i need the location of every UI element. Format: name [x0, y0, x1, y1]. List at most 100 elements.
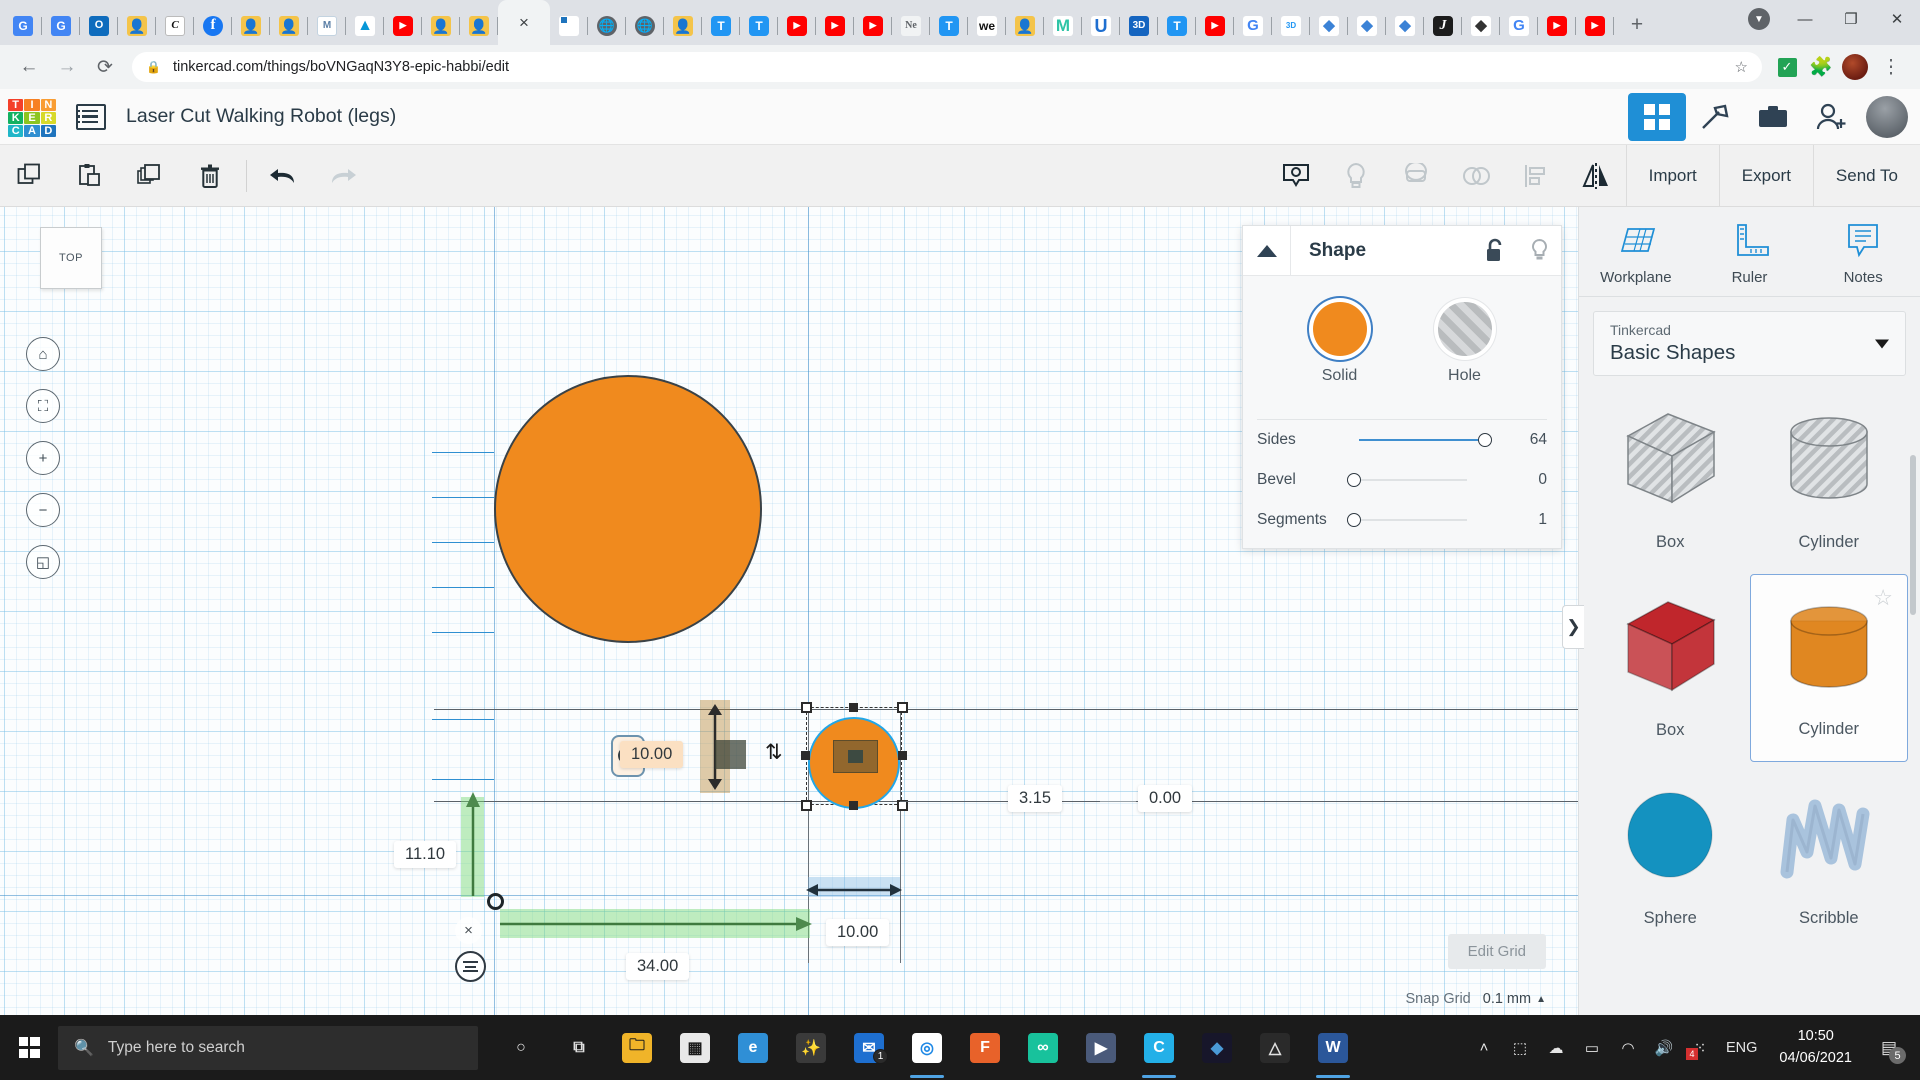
- fit-view-button[interactable]: ⛶: [26, 389, 60, 423]
- sides-slider[interactable]: Sides 64: [1243, 420, 1561, 460]
- import-button[interactable]: Import: [1625, 144, 1719, 207]
- gizmo-options-menu-icon[interactable]: [455, 951, 486, 982]
- shape-large-cylinder[interactable]: [494, 375, 762, 643]
- minimize-button[interactable]: —: [1782, 0, 1828, 38]
- slider-knob[interactable]: [1347, 513, 1361, 527]
- resize-handle-s[interactable]: [849, 801, 858, 810]
- resize-handle-nw[interactable]: [801, 702, 812, 713]
- youtube-tab-1[interactable]: ▶: [384, 6, 422, 45]
- tinkercad-logo[interactable]: TIN KER CAD: [8, 98, 56, 137]
- panel-expand-button[interactable]: ❯: [1562, 605, 1584, 649]
- bevel-slider[interactable]: Bevel 0: [1243, 460, 1561, 500]
- taskbar-search-input[interactable]: 🔍 Type here to search: [58, 1025, 478, 1070]
- youtube-tab-6[interactable]: ▶: [1538, 6, 1576, 45]
- notification-tray-icon[interactable]: ⁙ 4: [1682, 1015, 1718, 1080]
- x-offset-measurement-label[interactable]: 34.00: [626, 953, 690, 980]
- tinkercad-tab-2[interactable]: T: [702, 6, 740, 45]
- rotate-handle-icon[interactable]: ⇅: [765, 740, 783, 765]
- onedrive-icon[interactable]: ☁: [1538, 1015, 1574, 1080]
- align-button[interactable]: [1506, 150, 1566, 202]
- hole-mode-button[interactable]: Hole: [1437, 302, 1492, 385]
- cortana-button[interactable]: ○: [492, 1015, 550, 1080]
- u-tab[interactable]: U: [1082, 6, 1120, 45]
- jupyter-tab[interactable]: J: [1424, 6, 1462, 45]
- tab-search-button[interactable]: ▼: [1736, 0, 1782, 38]
- youtube-tab-7[interactable]: ▶: [1576, 6, 1614, 45]
- google-translate-tab[interactable]: G: [4, 6, 42, 45]
- shape-sphere[interactable]: Sphere: [1591, 762, 1750, 950]
- screen-capture-icon[interactable]: ⬚: [1502, 1015, 1538, 1080]
- copy-button[interactable]: [0, 150, 60, 202]
- google-tab-2[interactable]: G: [1500, 6, 1538, 45]
- export-button[interactable]: Export: [1718, 144, 1813, 207]
- paste-button[interactable]: [60, 150, 120, 202]
- canva-tab[interactable]: C: [156, 6, 194, 45]
- mail-button[interactable]: ✉ 1: [840, 1015, 898, 1080]
- microsoft-store-button[interactable]: ▦: [666, 1015, 724, 1080]
- mint-tab[interactable]: M: [1044, 6, 1082, 45]
- ortho-perspective-button[interactable]: ◱: [26, 545, 60, 579]
- chrome-menu-button[interactable]: ⋮: [1872, 48, 1910, 86]
- design-view-button[interactable]: [1628, 92, 1686, 141]
- ruler-tool[interactable]: Ruler: [1693, 221, 1807, 286]
- close-window-button[interactable]: ✕: [1874, 0, 1920, 38]
- ungroup-button[interactable]: [1446, 150, 1506, 202]
- notes-tool[interactable]: Notes: [1806, 221, 1920, 286]
- tinkercad-tab-4[interactable]: T: [930, 6, 968, 45]
- avatar-tab-6[interactable]: 👤: [664, 6, 702, 45]
- snap-grid-value[interactable]: 0.1 mm ▲: [1483, 991, 1546, 1007]
- news-tab[interactable]: Ne: [892, 6, 930, 45]
- bulb-icon[interactable]: [1517, 226, 1561, 276]
- tinkercad-active-tab[interactable]: ×: [498, 0, 550, 45]
- globe-tab-2[interactable]: 🌐: [626, 6, 664, 45]
- shape-cylinder-solid[interactable]: ☆ Cylinder: [1749, 574, 1908, 762]
- facebook-tab[interactable]: f: [194, 6, 232, 45]
- reload-button[interactable]: ⟳: [86, 48, 124, 86]
- width-measurement-label[interactable]: 10.00: [826, 919, 890, 946]
- extension-check-button[interactable]: ✓: [1770, 48, 1804, 86]
- avatar-tab-2[interactable]: 👤: [232, 6, 270, 45]
- resize-handle-ne[interactable]: [897, 702, 908, 713]
- canva-button[interactable]: C: [1130, 1015, 1188, 1080]
- wifi-icon[interactable]: ◠: [1610, 1015, 1646, 1080]
- avatar-tab-5[interactable]: 👤: [460, 6, 498, 45]
- show-hide-button[interactable]: [1266, 150, 1326, 202]
- home-view-button[interactable]: ⌂: [26, 337, 60, 371]
- segments-slider-track[interactable]: [1347, 511, 1501, 529]
- send-to-button[interactable]: Send To: [1812, 144, 1920, 207]
- volume-icon[interactable]: 🔊: [1646, 1015, 1682, 1080]
- mirror-button[interactable]: [1566, 150, 1626, 202]
- view-cube[interactable]: TOP: [40, 227, 102, 289]
- book-tab-1[interactable]: ◆: [1310, 6, 1348, 45]
- tinkercad-tab-5[interactable]: T: [1158, 6, 1196, 45]
- duplicate-button[interactable]: [120, 150, 180, 202]
- 3dwarehouse-tab[interactable]: 3D: [1272, 6, 1310, 45]
- task-view-button[interactable]: ⧉: [550, 1015, 608, 1080]
- shape-cylinder-hole[interactable]: Cylinder: [1750, 386, 1909, 574]
- shape-box-solid[interactable]: Box: [1591, 574, 1750, 762]
- maximize-button[interactable]: ❐: [1828, 0, 1874, 38]
- avatar-tab-1[interactable]: 👤: [118, 6, 156, 45]
- autodesk-tab[interactable]: ▲: [346, 6, 384, 45]
- profile-button[interactable]: [1838, 48, 1872, 86]
- gallery-button[interactable]: [1744, 93, 1802, 141]
- move-gizmo-origin[interactable]: [487, 893, 504, 910]
- avatar-tab-3[interactable]: 👤: [270, 6, 308, 45]
- shape-small-inner-dot[interactable]: [848, 750, 863, 763]
- sides-slider-track[interactable]: [1349, 431, 1501, 449]
- shape-inner-block[interactable]: [715, 740, 746, 769]
- resize-handle-sw[interactable]: [801, 800, 812, 811]
- language-indicator[interactable]: ENG: [1718, 1015, 1765, 1080]
- back-button[interactable]: ←: [10, 48, 48, 86]
- shape-box-hole[interactable]: Box: [1591, 386, 1750, 574]
- undo-button[interactable]: [253, 150, 313, 202]
- bookmark-star-icon[interactable]: ☆: [1735, 58, 1748, 76]
- rotation-measurement-label[interactable]: 0.00: [1138, 785, 1193, 812]
- slider-knob[interactable]: [1477, 433, 1492, 447]
- start-button[interactable]: [0, 1015, 58, 1080]
- action-center-button[interactable]: ▤ 5: [1866, 1015, 1912, 1080]
- y-offset-measurement-label[interactable]: 11.10: [394, 841, 457, 868]
- user-avatar[interactable]: [1866, 95, 1908, 138]
- autodesk-button[interactable]: △: [1246, 1015, 1304, 1080]
- unlock-icon[interactable]: [1473, 226, 1517, 276]
